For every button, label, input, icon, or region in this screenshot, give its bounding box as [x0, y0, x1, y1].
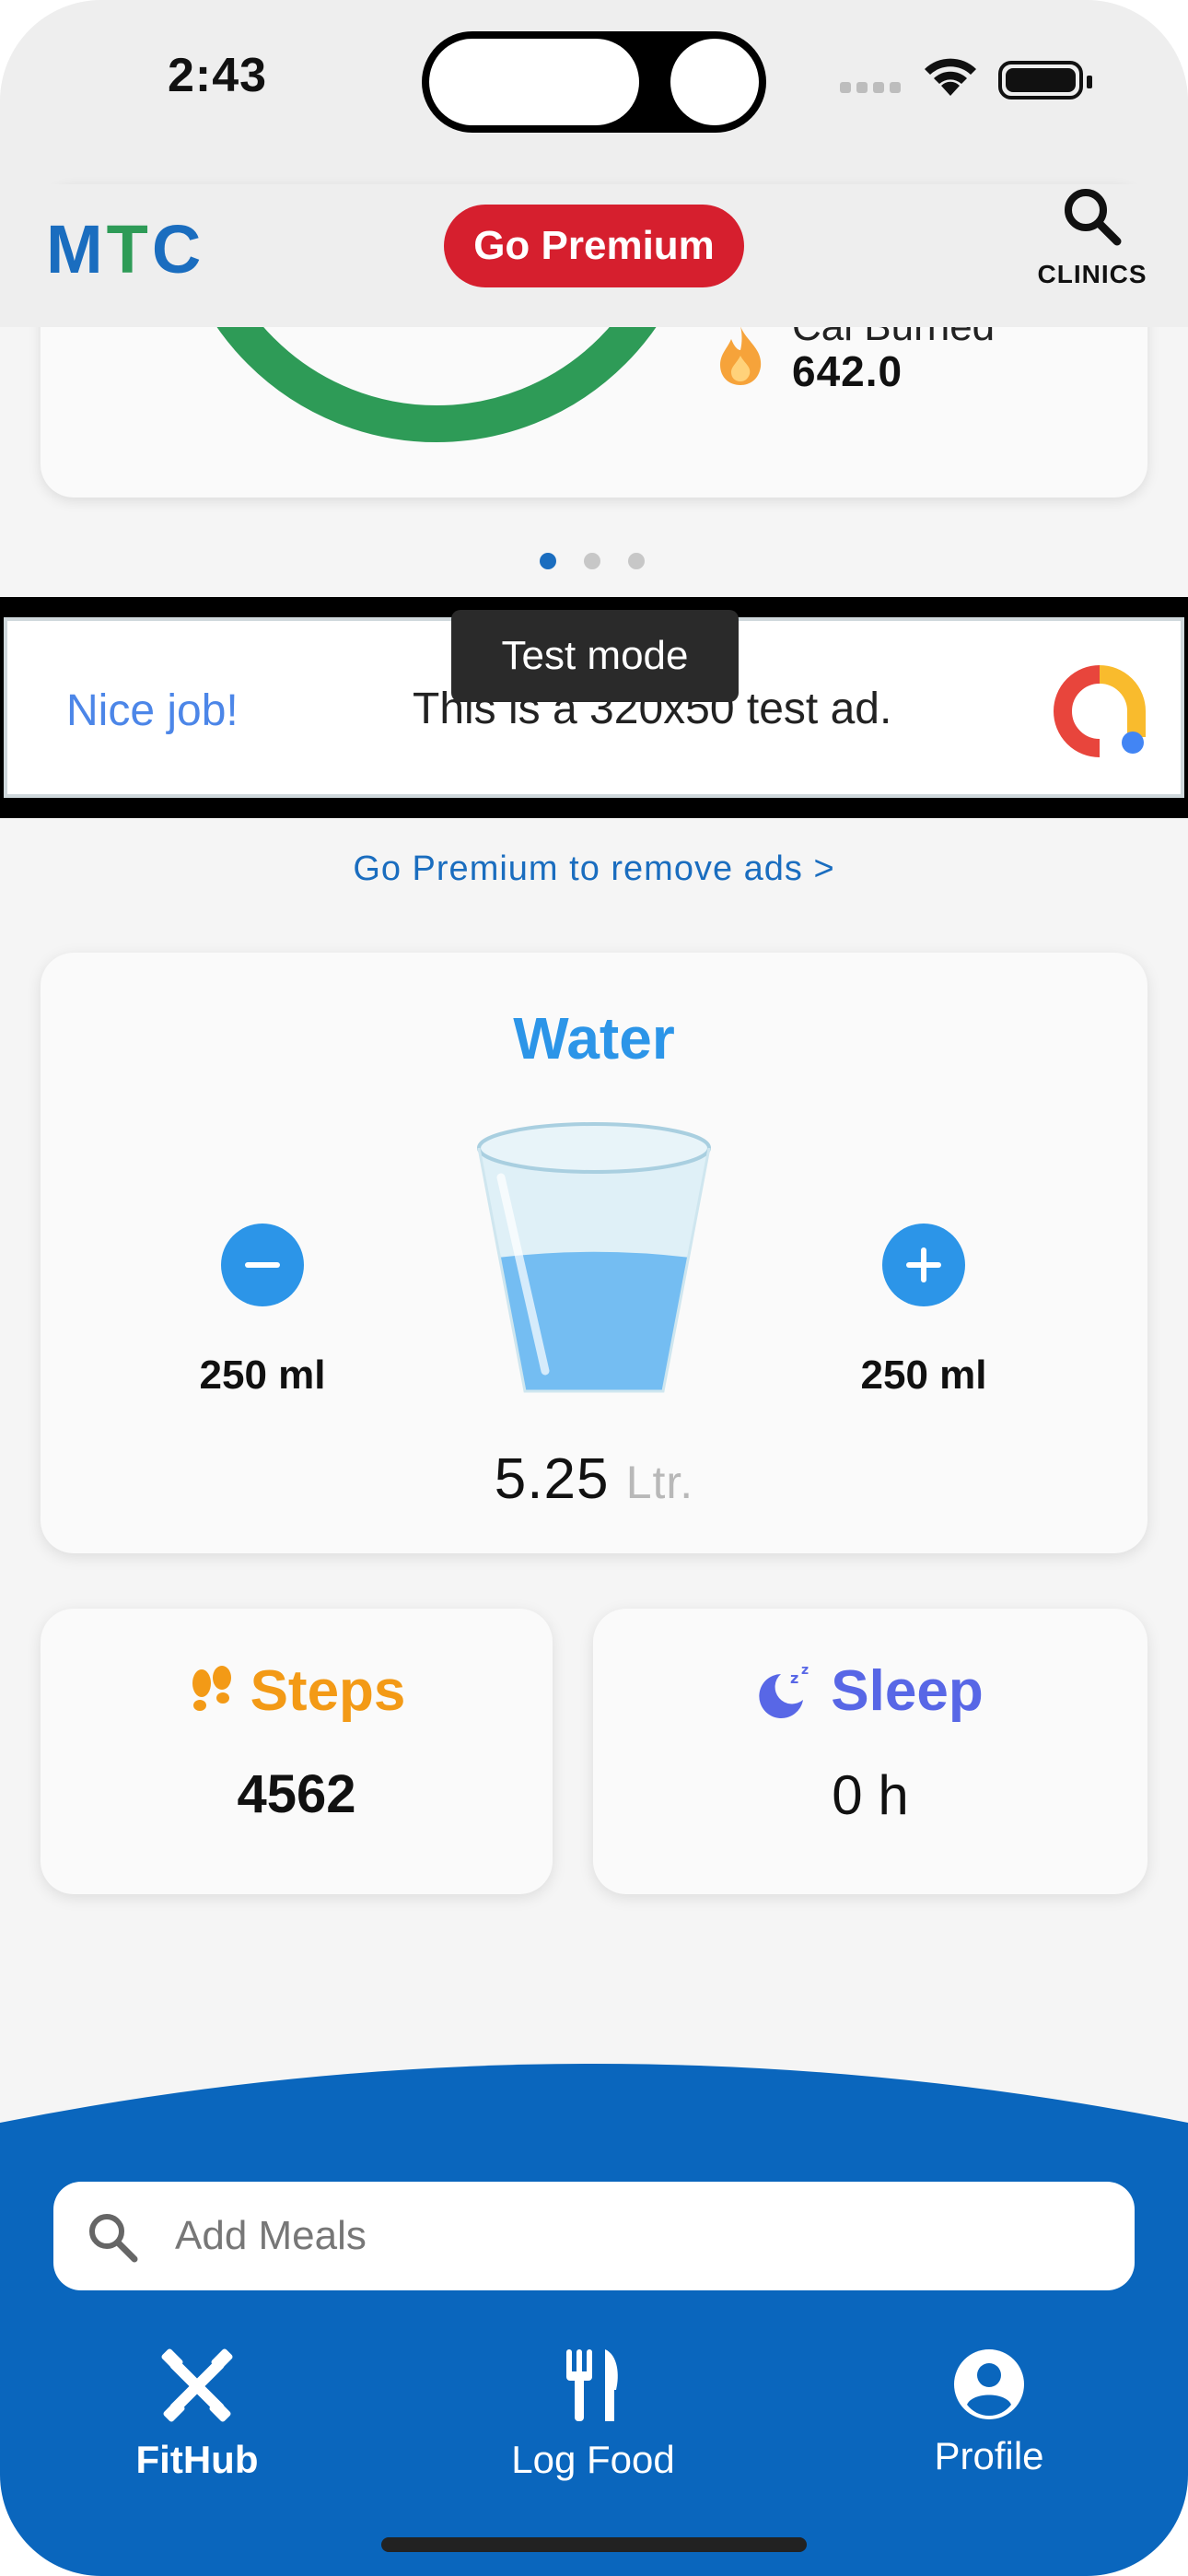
wifi-icon	[921, 55, 980, 104]
search-icon	[1065, 189, 1122, 246]
account-circle-icon	[954, 2349, 1024, 2419]
water-card: Water 250 ml 250 ml 5.25 Ltr.	[41, 953, 1147, 1553]
search-icon	[89, 2214, 138, 2263]
nav-profile[interactable]: Profile	[869, 2348, 1109, 2478]
moon-zzz-icon: z z	[759, 1663, 809, 1718]
sleep-title: Sleep	[831, 1659, 984, 1723]
ad-headline: Nice job!	[66, 686, 239, 735]
water-decrement-button[interactable]	[221, 1224, 304, 1306]
nav-profile-label: Profile	[934, 2434, 1044, 2477]
island-dot	[670, 39, 759, 125]
steps-header: Steps	[41, 1658, 553, 1724]
status-bar: 2:43	[0, 0, 1188, 184]
home-indicator	[381, 2537, 807, 2552]
sleep-card[interactable]: z z Sleep 0 h	[593, 1609, 1147, 1894]
sleep-header: z z Sleep	[593, 1658, 1147, 1724]
page-dot-active[interactable]	[540, 553, 556, 569]
clinics-button[interactable]: CLINICS	[1037, 184, 1147, 289]
calorie-value: 642.0	[792, 347, 903, 395]
status-time: 2:43	[168, 49, 268, 102]
test-mode-tooltip: Test mode	[451, 610, 739, 702]
carousel-page-indicator	[540, 553, 645, 569]
steps-card[interactable]: Steps 4562	[41, 1609, 553, 1894]
page-dot[interactable]	[628, 553, 645, 569]
bottom-wave	[0, 2064, 1188, 2152]
nav-log-food[interactable]: Log Food	[473, 2348, 713, 2482]
steps-title: Steps	[250, 1659, 406, 1723]
decrement-amount-label: 250 ml	[199, 1352, 326, 1398]
add-meals-search-bar[interactable]	[53, 2182, 1135, 2290]
admob-logo-icon	[1054, 665, 1146, 762]
phone-screen: 2:43 Cal Bu	[0, 0, 1188, 2576]
page-dot[interactable]	[584, 553, 600, 569]
app-logo[interactable]: MTC	[46, 210, 204, 288]
crossed-tools-icon	[161, 2348, 233, 2422]
minus-icon	[245, 1262, 280, 1268]
battery-icon	[998, 61, 1092, 100]
steps-value: 4562	[237, 1764, 356, 1824]
app-bar: MTC Go Premium CLINICS	[0, 184, 1188, 327]
island-pill	[429, 39, 639, 125]
nav-fithub[interactable]: FitHub	[77, 2348, 317, 2482]
water-title: Water	[513, 1005, 675, 1071]
cellular-signal-icon	[840, 81, 906, 98]
add-meals-input[interactable]	[175, 2209, 1004, 2263]
water-total-unit: Ltr.	[625, 1457, 694, 1508]
water-total-value: 5.25	[494, 1447, 610, 1511]
nav-fithub-label: FitHub	[135, 2438, 259, 2481]
svg-text:z: z	[790, 1669, 798, 1687]
plus-icon	[906, 1247, 941, 1282]
water-increment-button[interactable]	[882, 1224, 965, 1306]
water-glass-icon	[477, 1122, 711, 1393]
increment-amount-label: 250 ml	[860, 1352, 987, 1398]
remove-ads-link[interactable]: Go Premium to remove ads >	[0, 849, 1188, 889]
clinics-label: CLINICS	[1037, 260, 1147, 288]
svg-text:z: z	[801, 1663, 809, 1678]
go-premium-button[interactable]: Go Premium	[444, 205, 744, 287]
flame-icon	[713, 322, 768, 392]
footprints-icon	[192, 1665, 231, 1711]
sleep-value: 0 h	[832, 1764, 909, 1826]
fork-knife-icon	[566, 2349, 618, 2421]
water-total: 5.25 Ltr.	[41, 1446, 1147, 1512]
dynamic-island	[422, 31, 766, 133]
nav-log-food-label: Log Food	[511, 2438, 675, 2481]
